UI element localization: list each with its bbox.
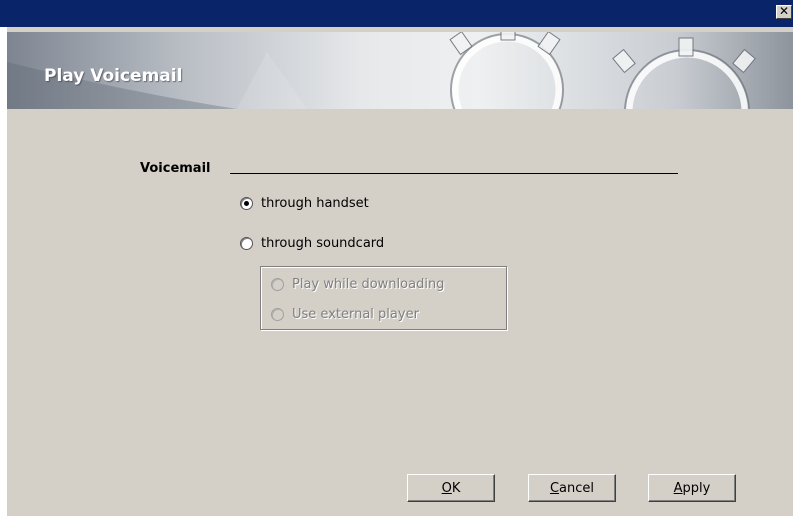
radio-play-while-downloading: Play while downloading (271, 275, 444, 293)
radio-through-handset[interactable]: through handset (240, 194, 369, 212)
radio-button[interactable] (240, 236, 253, 250)
apply-mnemonic: A (673, 480, 683, 496)
radio-button-checked[interactable] (240, 196, 253, 210)
radio-button-disabled (271, 277, 284, 291)
close-icon[interactable]: ✕ (776, 5, 792, 19)
radio-through-soundcard[interactable]: through soundcard (240, 234, 384, 252)
window-left-edge (0, 27, 7, 516)
apply-label-rest: pply (682, 480, 711, 496)
radio-label: Use external player (292, 306, 419, 322)
ok-button[interactable]: OK (407, 474, 495, 502)
radio-use-external-player: Use external player (271, 305, 419, 323)
cancel-label-rest: ancel (559, 480, 595, 496)
dialog-body: Play Voicemail Voicemail through handset… (7, 27, 793, 516)
radio-label: through soundcard (261, 235, 385, 251)
apply-button[interactable]: Apply (648, 474, 736, 502)
ok-label-rest: K (451, 480, 461, 496)
voicemail-group-label: Voicemail (140, 161, 211, 176)
cancel-mnemonic: C (549, 480, 560, 496)
cancel-button[interactable]: Cancel (528, 474, 616, 502)
header-banner: Play Voicemail (7, 32, 793, 109)
page-title: Play Voicemail (44, 66, 183, 86)
ok-mnemonic: O (441, 480, 452, 496)
group-divider (230, 173, 678, 174)
radio-label: Play while downloading (292, 276, 445, 292)
window-titlebar: ✕ (0, 0, 793, 27)
radio-label: through handset (261, 195, 369, 211)
radio-button-disabled (271, 307, 284, 321)
